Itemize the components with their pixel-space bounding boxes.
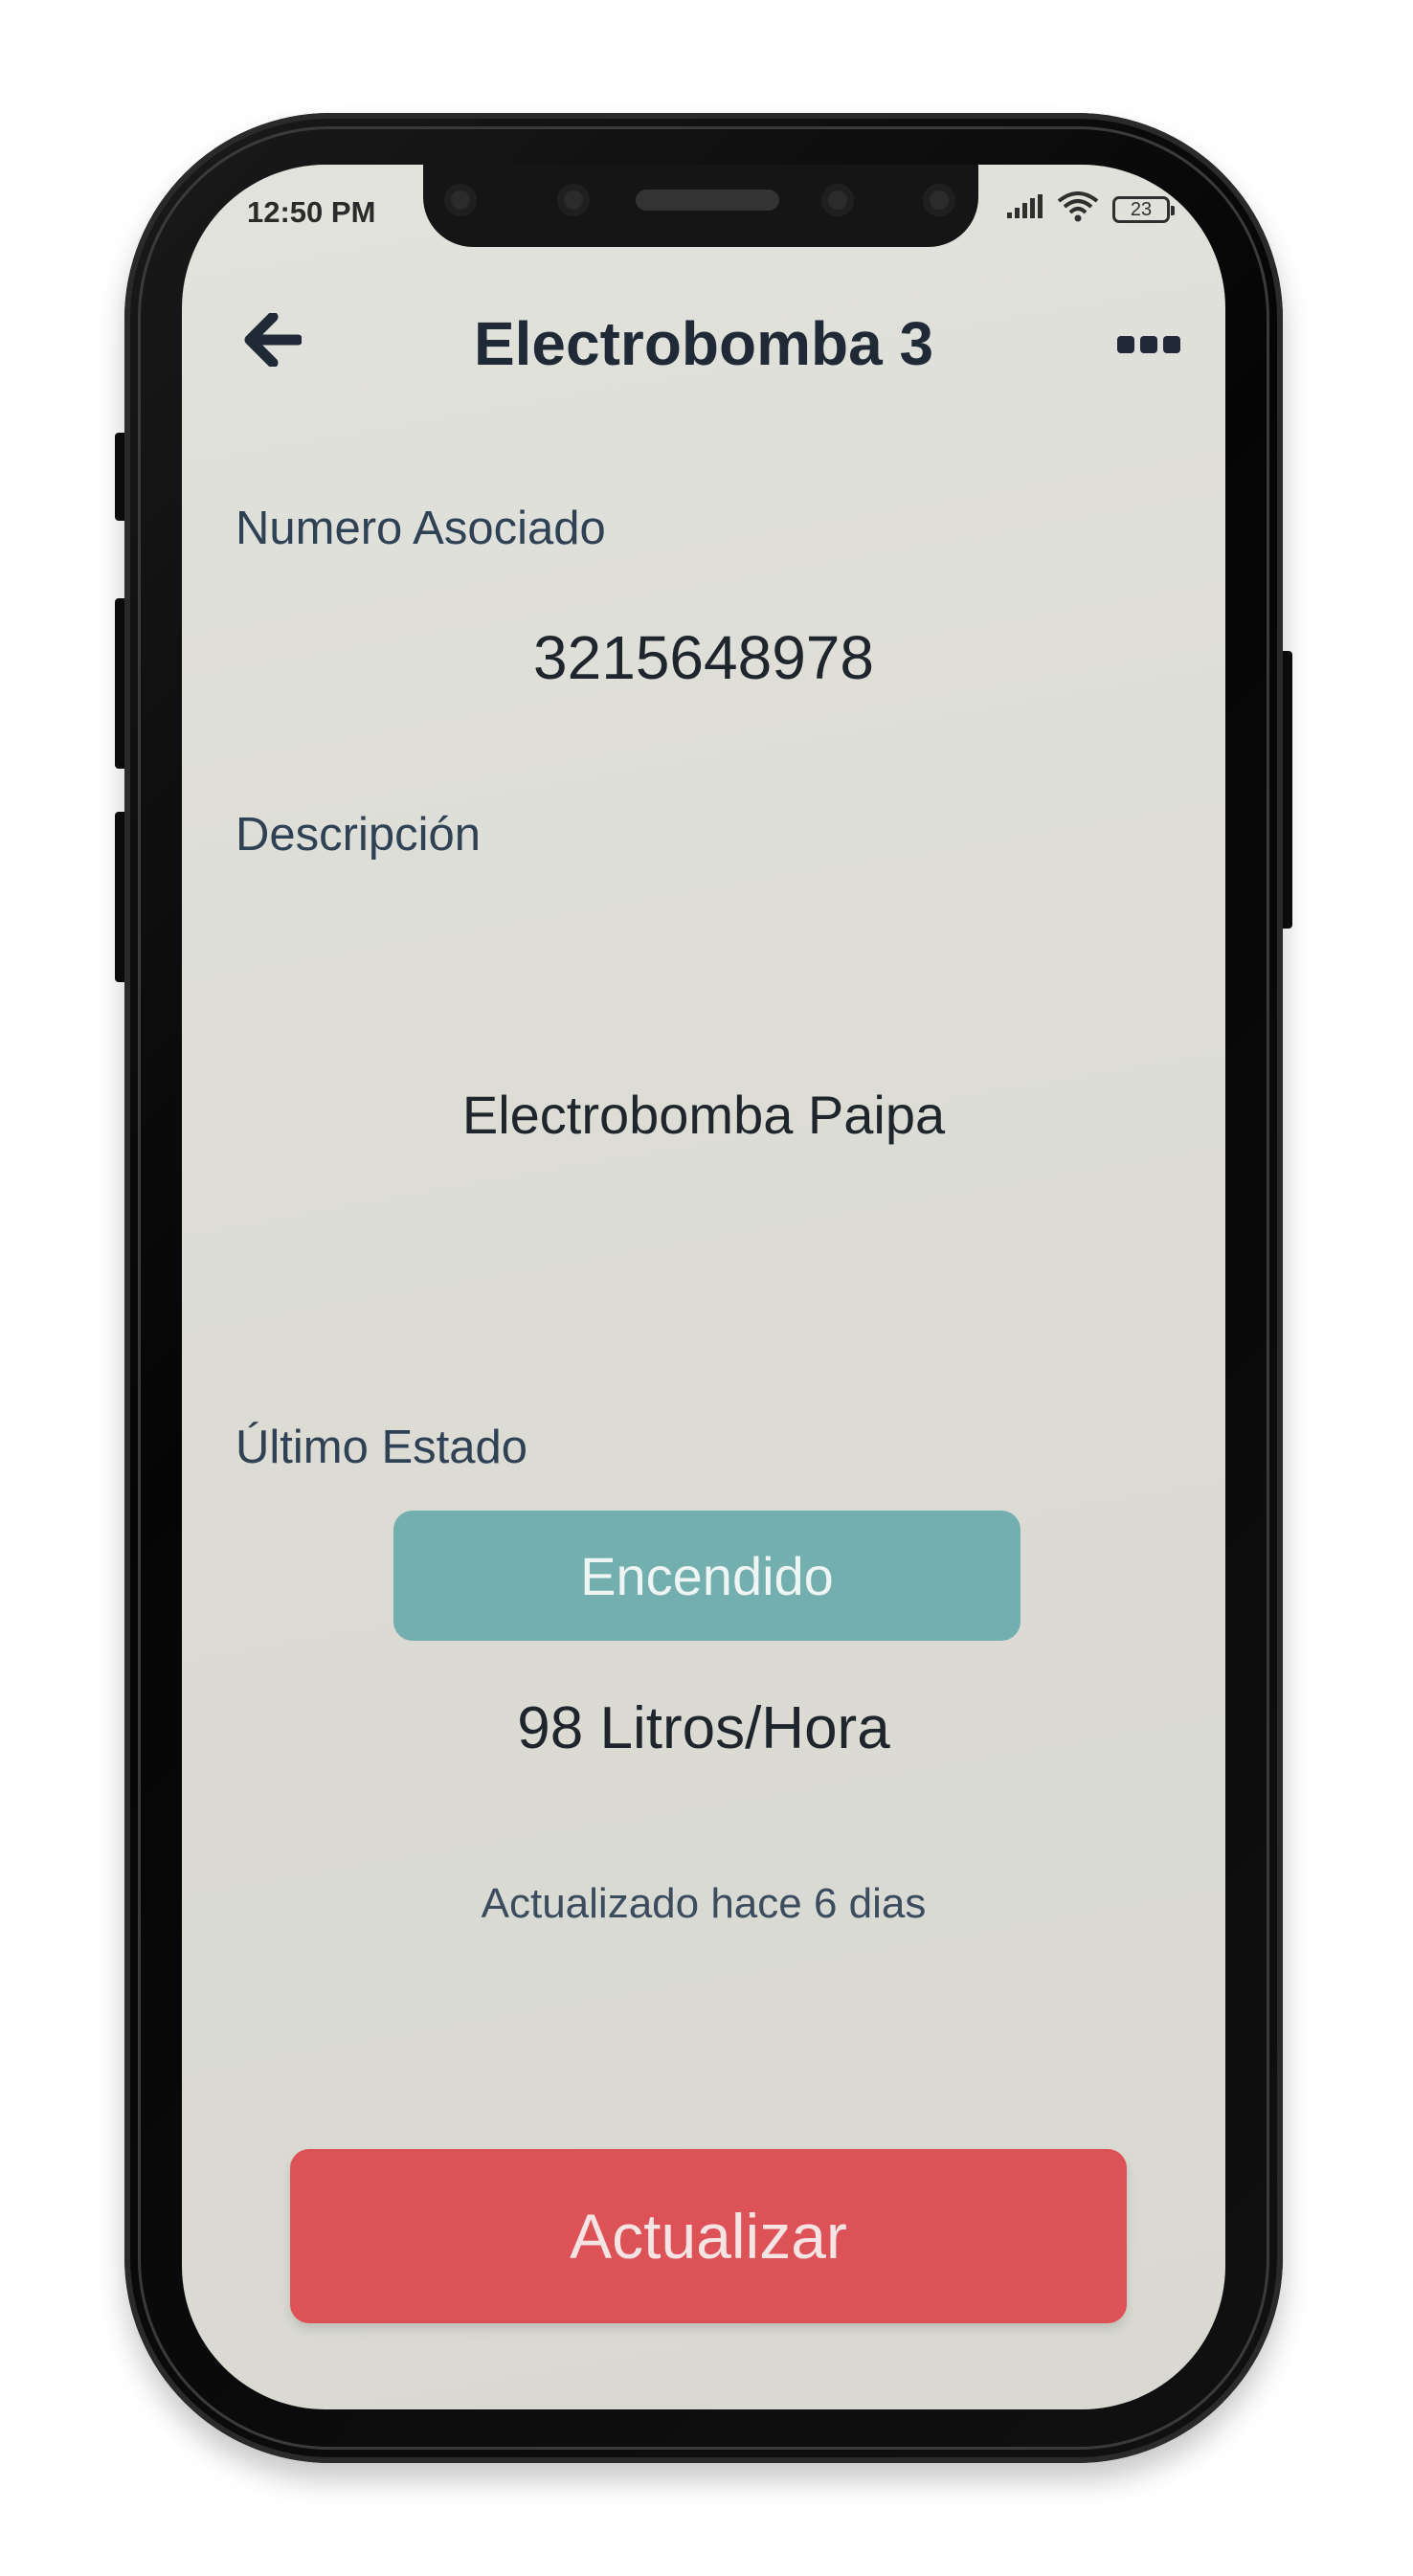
more-dots-icon — [1117, 336, 1134, 353]
app-screen: 12:50 PM 23 Electrobomba 3 Numero Asocia… — [182, 165, 1225, 2409]
sensor-dot — [444, 184, 477, 216]
status-icons: 23 — [1005, 191, 1175, 227]
wifi-icon — [1057, 191, 1099, 227]
device-mockup: 12:50 PM 23 Electrobomba 3 Numero Asocia… — [0, 0, 1413, 2576]
ultimo-estado-label: Último Estado — [236, 1422, 528, 1473]
status-badge: Encendido — [393, 1511, 1020, 1641]
update-button[interactable]: Actualizar — [290, 2149, 1127, 2323]
camera-dot — [557, 184, 590, 216]
more-dots-icon — [1140, 336, 1157, 353]
more-dots-icon — [1163, 336, 1180, 353]
signal-icon — [1005, 193, 1043, 225]
sensor-dot — [821, 184, 854, 216]
battery-icon: 23 — [1112, 195, 1175, 223]
app-header: Electrobomba 3 — [182, 289, 1225, 385]
numero-asociado-value: 3215648978 — [533, 623, 874, 692]
descripcion-value: Electrobomba Paipa — [461, 1085, 946, 1145]
more-options-button[interactable] — [1110, 316, 1187, 373]
page-title: Electrobomba 3 — [473, 309, 934, 378]
phone-notch — [423, 165, 978, 247]
speaker-grille — [636, 190, 779, 211]
numero-asociado-label: Numero Asociado — [236, 503, 606, 554]
flow-rate-value: 98 Litros/Hora — [517, 1695, 890, 1761]
last-updated-text: Actualizado hace 6 dias — [481, 1880, 927, 1927]
descripcion-label: Descripción — [236, 809, 481, 861]
camera-dot — [923, 184, 955, 216]
status-time: 12:50 PM — [247, 195, 376, 229]
